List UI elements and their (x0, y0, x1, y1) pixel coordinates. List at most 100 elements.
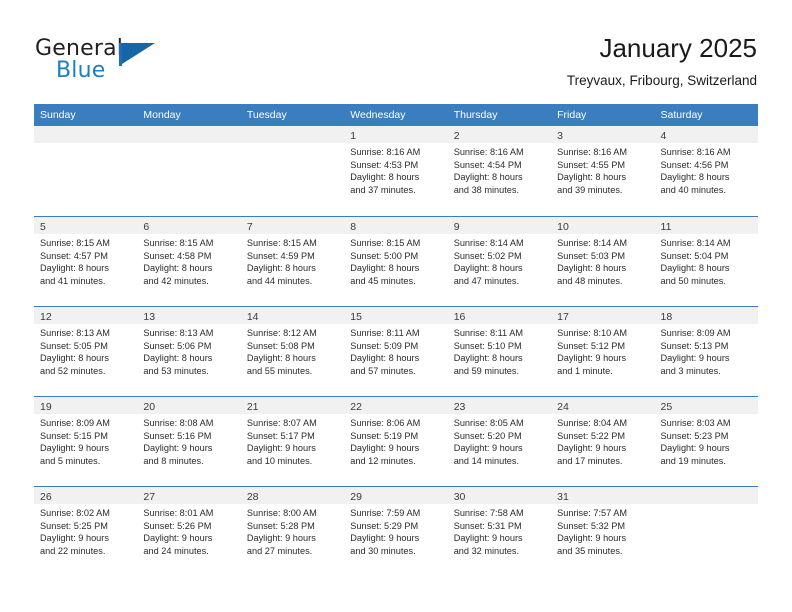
day-cell[interactable]: 24 Sunrise: 8:04 AM Sunset: 5:22 PM Dayligh… (551, 397, 655, 486)
daylight-text-line1: Daylight: 8 hours (453, 353, 523, 364)
day-cell[interactable]: 6 Sunrise: 8:15 AM Sunset: 4:58 PM Daylight… (137, 217, 241, 306)
sunrise-text: Sunrise: 8:05 AM (453, 418, 524, 428)
day-cell[interactable]: 23 Sunrise: 8:05 AM Sunset: 5:20 PM Dayligh… (447, 397, 552, 486)
sunrise-text: Sunrise: 8:15 AM (40, 238, 110, 248)
daylight-text-line2: and 38 minutes. (453, 184, 520, 195)
day-number: 5 (40, 221, 46, 233)
daylight-text-line1: Daylight: 8 hours (143, 263, 213, 274)
day-sun-info: Sunrise: 8:16 AM Sunset: 4:55 PM Daylight:… (551, 143, 654, 196)
daylight-text-line1: Daylight: 8 hours (246, 263, 316, 274)
sunrise-text: Sunrise: 7:58 AM (453, 508, 524, 518)
day-cell[interactable]: 30 Sunrise: 7:58 AM Sunset: 5:31 PM Dayligh… (447, 487, 552, 576)
day-sun-info: Sunrise: 7:58 AM Sunset: 5:31 PM Daylight:… (448, 504, 551, 557)
daylight-text-line1: Daylight: 8 hours (143, 353, 213, 364)
sunset-text: Sunset: 5:28 PM (246, 520, 315, 531)
day-cell[interactable]: 21 Sunrise: 8:07 AM Sunset: 5:17 PM Dayligh… (240, 397, 345, 486)
day-cell[interactable]: 19 Sunrise: 8:09 AM Sunset: 5:15 PM Dayligh… (34, 397, 138, 486)
day-number-strip: 10 (551, 217, 655, 234)
day-sun-info: Sunrise: 8:01 AM Sunset: 5:26 PM Daylight:… (137, 504, 240, 557)
weekday-header-saturday: Saturday (660, 109, 703, 121)
sunset-text: Sunset: 5:16 PM (143, 430, 212, 441)
day-cell[interactable]: 4 Sunrise: 8:16 AM Sunset: 4:56 PM Daylight… (654, 126, 758, 216)
daylight-text-line1: Daylight: 8 hours (350, 263, 420, 274)
day-cell[interactable]: 12 Sunrise: 8:13 AM Sunset: 5:05 PM Dayligh… (34, 307, 138, 396)
daylight-text-line1: Daylight: 9 hours (453, 533, 523, 544)
page-header: General Blue January 2025 Treyvaux, Frib… (0, 0, 792, 100)
day-cell[interactable]: 9 Sunrise: 8:14 AM Sunset: 5:02 PM Daylight… (447, 217, 552, 306)
day-cell[interactable]: 17 Sunrise: 8:10 AM Sunset: 5:12 PM Dayligh… (551, 307, 655, 396)
day-number: 27 (143, 491, 156, 503)
sunset-text: Sunset: 5:09 PM (350, 340, 419, 351)
day-cell[interactable]: 18 Sunrise: 8:09 AM Sunset: 5:13 PM Dayligh… (654, 307, 758, 396)
day-number-strip (34, 126, 138, 143)
day-cell[interactable]: 22 Sunrise: 8:06 AM Sunset: 5:19 PM Dayligh… (344, 397, 448, 486)
day-cell[interactable]: 14 Sunrise: 8:12 AM Sunset: 5:08 PM Dayligh… (240, 307, 345, 396)
day-cell[interactable]: 3 Sunrise: 8:16 AM Sunset: 4:55 PM Daylight… (551, 126, 655, 216)
day-number: 13 (143, 311, 156, 323)
day-sun-info: Sunrise: 8:14 AM Sunset: 5:04 PM Daylight:… (655, 234, 758, 287)
sunrise-text: Sunrise: 8:11 AM (453, 328, 523, 338)
sunset-text: Sunset: 5:22 PM (557, 430, 626, 441)
day-number: 3 (557, 130, 563, 142)
sunrise-text: Sunrise: 8:09 AM (660, 328, 731, 338)
calendar-week-row: 12 Sunrise: 8:13 AM Sunset: 5:05 PM Dayligh… (34, 306, 758, 396)
sunrise-text: Sunrise: 8:00 AM (246, 508, 317, 518)
day-cell[interactable]: 8 Sunrise: 8:15 AM Sunset: 5:00 PM Daylight… (344, 217, 448, 306)
daylight-text-line1: Daylight: 8 hours (557, 172, 627, 183)
weekday-header-friday: Friday (557, 109, 587, 121)
day-sun-info: Sunrise: 8:08 AM Sunset: 5:16 PM Daylight:… (137, 414, 240, 467)
day-number: 31 (557, 491, 569, 503)
day-sun-info: Sunrise: 8:14 AM Sunset: 5:02 PM Daylight:… (448, 234, 551, 287)
day-cell[interactable]: 10 Sunrise: 8:14 AM Sunset: 5:03 PM Dayligh… (551, 217, 655, 306)
daylight-text-line2: and 42 minutes. (143, 275, 209, 286)
day-number-strip (240, 126, 345, 143)
day-cell[interactable]: 26 Sunrise: 8:02 AM Sunset: 5:25 PM Dayligh… (34, 487, 138, 576)
daylight-text-line1: Daylight: 9 hours (246, 533, 316, 544)
sunrise-text: Sunrise: 8:15 AM (350, 238, 421, 248)
calendar-week-row: 5 Sunrise: 8:15 AM Sunset: 4:57 PM Daylight… (34, 216, 758, 306)
daylight-text-line1: Daylight: 8 hours (246, 353, 316, 364)
day-number: 1 (350, 130, 357, 142)
day-cell[interactable]: 16 Sunrise: 8:11 AM Sunset: 5:10 PM Dayligh… (447, 307, 552, 396)
day-cell[interactable]: 2 Sunrise: 8:16 AM Sunset: 4:54 PM Daylight… (447, 126, 552, 216)
day-cell[interactable]: 29 Sunrise: 7:59 AM Sunset: 5:29 PM Dayligh… (344, 487, 448, 576)
day-cell[interactable]: 20 Sunrise: 8:08 AM Sunset: 5:16 PM Dayligh… (137, 397, 241, 486)
day-number-strip: 12 (34, 307, 138, 324)
day-cell[interactable]: 27 Sunrise: 8:01 AM Sunset: 5:26 PM Dayligh… (137, 487, 241, 576)
sunset-text: Sunset: 5:05 PM (40, 340, 108, 351)
sunrise-text: Sunrise: 8:09 AM (40, 418, 110, 428)
day-number-strip: 25 (654, 397, 758, 414)
day-cell[interactable]: 11 Sunrise: 8:14 AM Sunset: 5:04 PM Dayligh… (654, 217, 758, 306)
day-cell[interactable]: 25 Sunrise: 8:03 AM Sunset: 5:23 PM Dayligh… (654, 397, 758, 486)
daylight-text-line2: and 10 minutes. (246, 455, 313, 466)
sunrise-text: Sunrise: 8:10 AM (557, 328, 628, 338)
day-sun-info: Sunrise: 8:13 AM Sunset: 5:05 PM Daylight:… (34, 324, 137, 377)
daylight-text-line2: and 37 minutes. (350, 184, 416, 195)
day-cell[interactable]: 5 Sunrise: 8:15 AM Sunset: 4:57 PM Daylight… (34, 217, 138, 306)
daylight-text-line2: and 53 minutes. (143, 365, 209, 376)
sunset-text: Sunset: 5:12 PM (557, 340, 626, 351)
day-cell[interactable]: 1 Sunrise: 8:16 AM Sunset: 4:53 PM Daylight… (344, 126, 448, 216)
day-number: 25 (660, 401, 673, 413)
day-cell[interactable]: 13 Sunrise: 8:13 AM Sunset: 5:06 PM Dayligh… (137, 307, 241, 396)
sunset-text: Sunset: 4:53 PM (350, 159, 419, 170)
day-sun-info: Sunrise: 8:06 AM Sunset: 5:19 PM Daylight:… (344, 414, 447, 467)
daylight-text-line1: Daylight: 9 hours (40, 533, 109, 544)
day-cell-empty (137, 126, 241, 216)
day-sun-info: Sunrise: 8:15 AM Sunset: 5:00 PM Daylight:… (344, 234, 447, 287)
day-number-strip: 15 (344, 307, 448, 324)
sunrise-text: Sunrise: 8:13 AM (143, 328, 214, 338)
daylight-text-line1: Daylight: 9 hours (557, 443, 627, 454)
day-cell[interactable]: 7 Sunrise: 8:15 AM Sunset: 4:59 PM Daylight… (240, 217, 345, 306)
day-cell[interactable]: 28 Sunrise: 8:00 AM Sunset: 5:28 PM Dayligh… (240, 487, 345, 576)
day-cell[interactable]: 15 Sunrise: 8:11 AM Sunset: 5:09 PM Dayligh… (344, 307, 448, 396)
day-sun-info: Sunrise: 8:10 AM Sunset: 5:12 PM Daylight:… (551, 324, 654, 377)
weekday-header-wednesday: Wednesday (350, 109, 406, 121)
day-number-strip (137, 126, 241, 143)
day-number-strip: 26 (34, 487, 138, 504)
daylight-text-line2: and 32 minutes. (453, 545, 520, 556)
day-cell[interactable]: 31 Sunrise: 7:57 AM Sunset: 5:32 PM Dayligh… (551, 487, 655, 576)
day-number: 29 (350, 491, 362, 503)
day-number: 17 (557, 311, 569, 323)
daylight-text-line1: Daylight: 9 hours (557, 533, 627, 544)
